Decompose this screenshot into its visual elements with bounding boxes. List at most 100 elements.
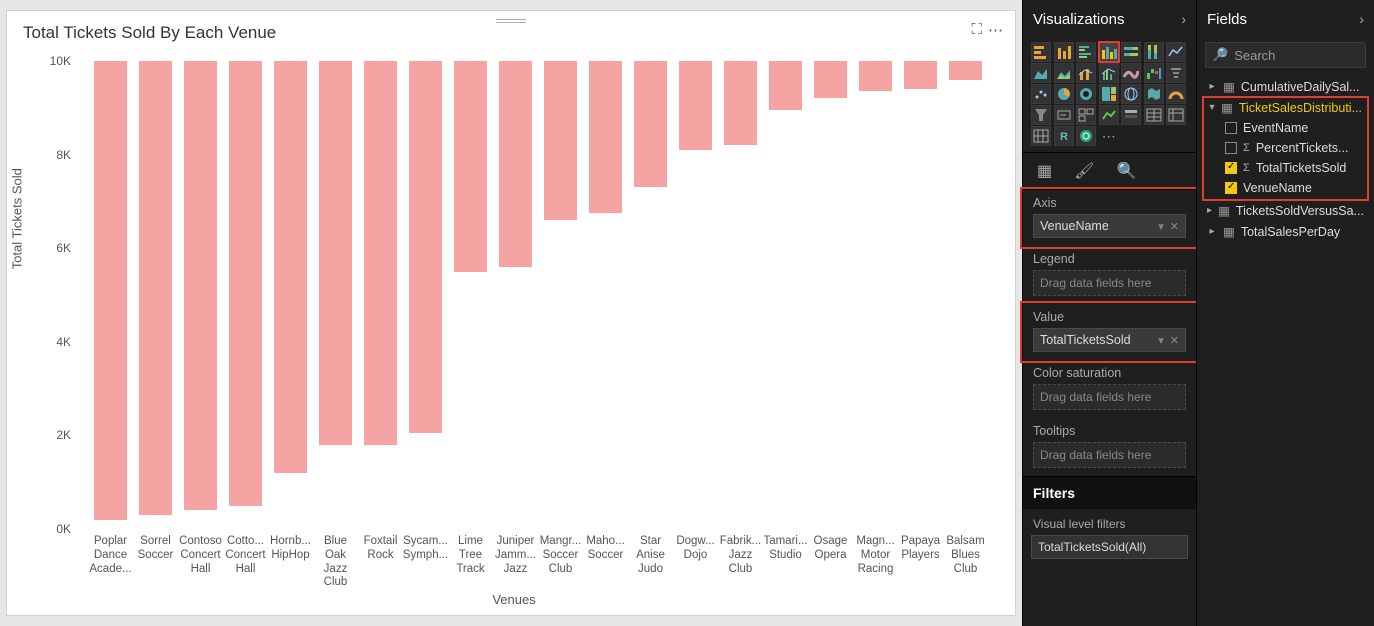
bar[interactable] bbox=[769, 61, 803, 110]
report-canvas[interactable]: Total Tickets Sold By Each Venue ⛶ ⋯ Tot… bbox=[6, 10, 1016, 616]
x-label: Balsam Blues Club bbox=[943, 535, 989, 576]
table-name: CumulativeDailySal... bbox=[1241, 80, 1360, 94]
bar[interactable] bbox=[499, 61, 533, 267]
stacked-area-icon[interactable] bbox=[1054, 63, 1074, 83]
donut-icon[interactable] bbox=[1076, 84, 1096, 104]
expand-icon[interactable]: ▸ bbox=[1207, 226, 1217, 237]
stacked100-bar-icon[interactable] bbox=[1121, 42, 1141, 62]
stacked100-column-icon[interactable] bbox=[1144, 42, 1164, 62]
line-clustered-column-icon[interactable] bbox=[1099, 63, 1119, 83]
matrix-icon[interactable] bbox=[1166, 105, 1186, 125]
checkbox[interactable] bbox=[1225, 142, 1237, 154]
axis-field-pill[interactable]: VenueName ▾✕ bbox=[1033, 214, 1186, 238]
kpi-icon[interactable] bbox=[1099, 105, 1119, 125]
checkbox[interactable] bbox=[1225, 122, 1237, 134]
axis-well[interactable]: Axis VenueName ▾✕ bbox=[1023, 190, 1196, 246]
bar[interactable] bbox=[229, 61, 263, 506]
checkbox-checked[interactable] bbox=[1225, 182, 1237, 194]
bar[interactable] bbox=[724, 61, 758, 145]
arcgis-icon[interactable] bbox=[1076, 126, 1096, 146]
field-item[interactable]: VenueName bbox=[1203, 178, 1368, 198]
multi-card-icon[interactable] bbox=[1076, 105, 1096, 125]
matrix-preview-icon[interactable] bbox=[1031, 126, 1051, 146]
drag-handle-icon[interactable] bbox=[496, 17, 526, 25]
r-visual-icon[interactable]: R bbox=[1054, 126, 1074, 146]
stacked-bar-icon[interactable] bbox=[1031, 42, 1051, 62]
field-item[interactable]: Σ PercentTickets... bbox=[1203, 138, 1368, 158]
drop-target[interactable]: Drag data fields here bbox=[1033, 270, 1186, 296]
fields-tab-icon[interactable]: ▦ bbox=[1037, 161, 1052, 181]
visualizations-header[interactable]: Visualizations › bbox=[1023, 0, 1196, 38]
gauge-icon[interactable] bbox=[1166, 84, 1186, 104]
dropdown-icon[interactable]: ▾ bbox=[1158, 220, 1164, 233]
y-tick: 0K bbox=[56, 522, 71, 536]
format-tab-icon[interactable]: 🖌 bbox=[1074, 161, 1094, 181]
import-visual-icon[interactable]: ⋯ bbox=[1099, 126, 1119, 146]
table-item[interactable]: ▸ ▦ TicketsSoldVersusSa... bbox=[1201, 200, 1370, 221]
table-item[interactable]: ▸ ▦ CumulativeDailySal... bbox=[1201, 76, 1370, 97]
bar[interactable] bbox=[814, 61, 848, 98]
tooltips-well[interactable]: Tooltips Drag data fields here bbox=[1023, 418, 1196, 476]
remove-icon[interactable]: ✕ bbox=[1170, 220, 1179, 233]
bar[interactable] bbox=[274, 61, 308, 473]
search-input[interactable]: 🔎 Search bbox=[1205, 42, 1366, 68]
analytics-tab-icon[interactable]: 🔍 bbox=[1116, 161, 1136, 181]
bar[interactable] bbox=[184, 61, 218, 510]
bar[interactable] bbox=[454, 61, 488, 272]
chevron-right-icon[interactable]: › bbox=[1359, 11, 1364, 27]
bar[interactable] bbox=[364, 61, 398, 445]
bar[interactable] bbox=[859, 61, 893, 91]
field-item[interactable]: Σ TotalTicketsSold bbox=[1203, 158, 1368, 178]
table-item[interactable]: ▸ ▦ TotalSalesPerDay bbox=[1201, 221, 1370, 242]
bar[interactable] bbox=[634, 61, 668, 187]
expand-icon[interactable]: ▸ bbox=[1207, 81, 1217, 92]
color-saturation-well[interactable]: Color saturation Drag data fields here bbox=[1023, 360, 1196, 418]
bar[interactable] bbox=[409, 61, 443, 433]
filter-pill[interactable]: TotalTicketsSold(All) bbox=[1031, 535, 1188, 559]
more-options-icon[interactable]: ⋯ bbox=[988, 21, 1003, 39]
bar-column: Juniper Jamm... Jazz bbox=[494, 61, 537, 529]
chevron-right-icon[interactable]: › bbox=[1181, 11, 1186, 27]
ribbon-chart-icon[interactable] bbox=[1121, 63, 1141, 83]
drop-target[interactable]: Drag data fields here bbox=[1033, 442, 1186, 468]
table-item[interactable]: ▾ ▦ TicketSalesDistributi... bbox=[1203, 97, 1368, 118]
waterfall-icon[interactable] bbox=[1144, 63, 1164, 83]
pie-icon[interactable] bbox=[1054, 84, 1074, 104]
bar[interactable] bbox=[139, 61, 173, 515]
map-icon[interactable] bbox=[1121, 84, 1141, 104]
sigma-icon: Σ bbox=[1243, 142, 1250, 154]
value-well[interactable]: Value TotalTicketsSold ▾✕ bbox=[1023, 304, 1196, 360]
clustered-column-icon[interactable] bbox=[1099, 42, 1119, 62]
legend-well[interactable]: Legend Drag data fields here bbox=[1023, 246, 1196, 304]
bar[interactable] bbox=[904, 61, 938, 89]
area-chart-icon[interactable] bbox=[1031, 63, 1051, 83]
bar[interactable] bbox=[94, 61, 128, 520]
bar[interactable] bbox=[949, 61, 983, 80]
funnel-icon[interactable] bbox=[1031, 105, 1051, 125]
expand-icon[interactable]: ▸ bbox=[1207, 205, 1212, 216]
clustered-bar-icon[interactable] bbox=[1076, 42, 1096, 62]
remove-icon[interactable]: ✕ bbox=[1170, 334, 1179, 347]
collapse-icon[interactable]: ▾ bbox=[1209, 102, 1215, 113]
line-stacked-column-icon[interactable] bbox=[1076, 63, 1096, 83]
value-field-pill[interactable]: TotalTicketsSold ▾✕ bbox=[1033, 328, 1186, 352]
tornado-icon[interactable] bbox=[1166, 63, 1186, 83]
card-icon[interactable] bbox=[1054, 105, 1074, 125]
bar[interactable] bbox=[679, 61, 713, 150]
drop-target[interactable]: Drag data fields here bbox=[1033, 384, 1186, 410]
scatter-icon[interactable] bbox=[1031, 84, 1051, 104]
field-item[interactable]: EventName bbox=[1203, 118, 1368, 138]
focus-mode-icon[interactable]: ⛶ bbox=[971, 21, 982, 39]
bar[interactable] bbox=[544, 61, 578, 220]
fields-header[interactable]: Fields › bbox=[1197, 0, 1374, 38]
slicer-icon[interactable] bbox=[1121, 105, 1141, 125]
dropdown-icon[interactable]: ▾ bbox=[1158, 334, 1164, 347]
treemap-icon[interactable] bbox=[1099, 84, 1119, 104]
filled-map-icon[interactable] bbox=[1144, 84, 1164, 104]
checkbox-checked[interactable] bbox=[1225, 162, 1237, 174]
bar[interactable] bbox=[319, 61, 353, 445]
bar[interactable] bbox=[589, 61, 623, 213]
stacked-column-icon[interactable] bbox=[1054, 42, 1074, 62]
line-chart-icon[interactable] bbox=[1166, 42, 1186, 62]
table-icon[interactable] bbox=[1144, 105, 1164, 125]
